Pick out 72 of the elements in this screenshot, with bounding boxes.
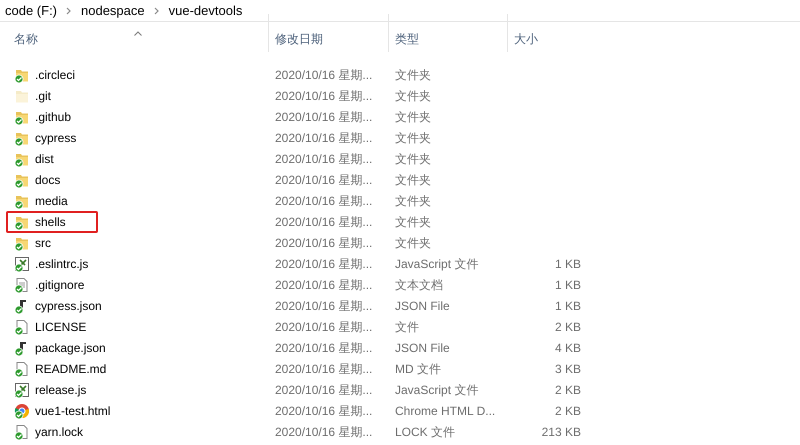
file-name[interactable]: src (35, 234, 51, 252)
file-size: 1 KB (554, 298, 581, 314)
file-name[interactable]: .circleci (35, 66, 76, 84)
file-type: 文件夹 (394, 108, 432, 126)
file-name[interactable]: shells (35, 212, 66, 230)
modified-date: 2020/10/16 星期... (274, 172, 374, 188)
modified-date: 2020/10/16 星期... (274, 340, 374, 356)
file-type: 文件夹 (394, 66, 432, 84)
modified-date: 2020/10/16 星期... (274, 402, 374, 420)
chevron-icon (154, 6, 160, 14)
modified-date: 2020/10/16 星期... (274, 276, 374, 294)
modified-date: 2020/10/16 星期... (274, 192, 374, 210)
file-name[interactable]: cypress (35, 128, 76, 146)
file-size: 1 KB (554, 276, 581, 294)
file-size: 2 KB (554, 382, 581, 398)
breadcrumb-item[interactable]: code (F:) (5, 0, 58, 20)
file-name[interactable]: dist (35, 150, 54, 168)
file-name[interactable]: .eslintrc.js (35, 254, 88, 272)
modified-date: 2020/10/16 星期... (274, 108, 374, 126)
file-type: 文件 (394, 318, 420, 336)
file-name[interactable]: package.json (35, 338, 106, 356)
file-size: 3 KB (554, 360, 581, 378)
file-size: 2 KB (554, 402, 581, 420)
file-size: 2 KB (554, 318, 581, 336)
modified-date: 2020/10/16 星期... (274, 382, 374, 398)
modified-date: 2020/10/16 星期... (274, 360, 374, 378)
file-type: 文件夹 (394, 88, 432, 104)
file-type: 文件夹 (394, 172, 432, 188)
column-header[interactable]: 类型 (395, 30, 419, 48)
file-type: 文件夹 (394, 150, 432, 168)
modified-date: 2020/10/16 星期... (274, 66, 374, 84)
file-type: MD 文件 (394, 360, 442, 378)
modified-date: 2020/10/16 星期... (274, 318, 374, 336)
modified-date: 2020/10/16 星期... (274, 214, 374, 230)
file-name[interactable]: LICENSE (35, 318, 86, 336)
file-type: LOCK 文件 (394, 424, 456, 440)
file-name[interactable]: docs (35, 170, 60, 188)
file-size: 1 KB (554, 256, 581, 272)
file-size: 213 KB (540, 424, 581, 440)
chevron-icon (66, 6, 72, 14)
column-header[interactable]: 名称 (14, 30, 38, 48)
modified-date: 2020/10/16 星期... (274, 424, 374, 440)
modified-date: 2020/10/16 星期... (274, 234, 374, 252)
file-name[interactable]: vue1-test.html (35, 402, 110, 420)
file-name[interactable]: .git (35, 86, 52, 104)
file-name[interactable]: .gitignore (35, 276, 84, 294)
file-name[interactable]: yarn.lock (35, 422, 84, 440)
modified-date: 2020/10/16 星期... (274, 150, 374, 168)
file-type: JSON File (394, 340, 451, 356)
file-type: 文件夹 (394, 234, 432, 252)
breadcrumb-item[interactable]: nodespace (81, 0, 145, 20)
modified-date: 2020/10/16 星期... (274, 256, 374, 272)
file-type: JavaScript 文件 (394, 382, 480, 398)
file-name[interactable]: media (35, 192, 68, 210)
file-name[interactable]: release.js (35, 380, 86, 398)
file-type: 文本文档 (394, 276, 444, 294)
modified-date: 2020/10/16 星期... (274, 88, 374, 104)
file-type: JavaScript 文件 (394, 256, 480, 272)
file-name[interactable]: .github (35, 108, 72, 126)
file-type: 文件夹 (394, 130, 432, 146)
column-header[interactable]: 修改日期 (275, 30, 323, 48)
file-name[interactable]: README.md (35, 360, 106, 378)
modified-date: 2020/10/16 星期... (274, 298, 374, 314)
file-name[interactable]: cypress.json (35, 296, 102, 314)
file-size: 4 KB (554, 340, 581, 356)
modified-date: 2020/10/16 星期... (274, 130, 374, 146)
breadcrumb-item[interactable]: vue-devtools (168, 0, 242, 20)
column-header[interactable]: 大小 (514, 30, 538, 48)
file-type: JSON File (394, 298, 451, 314)
file-type: Chrome HTML D... (394, 402, 496, 420)
file-type: 文件夹 (394, 214, 432, 230)
file-type: 文件夹 (394, 192, 432, 210)
